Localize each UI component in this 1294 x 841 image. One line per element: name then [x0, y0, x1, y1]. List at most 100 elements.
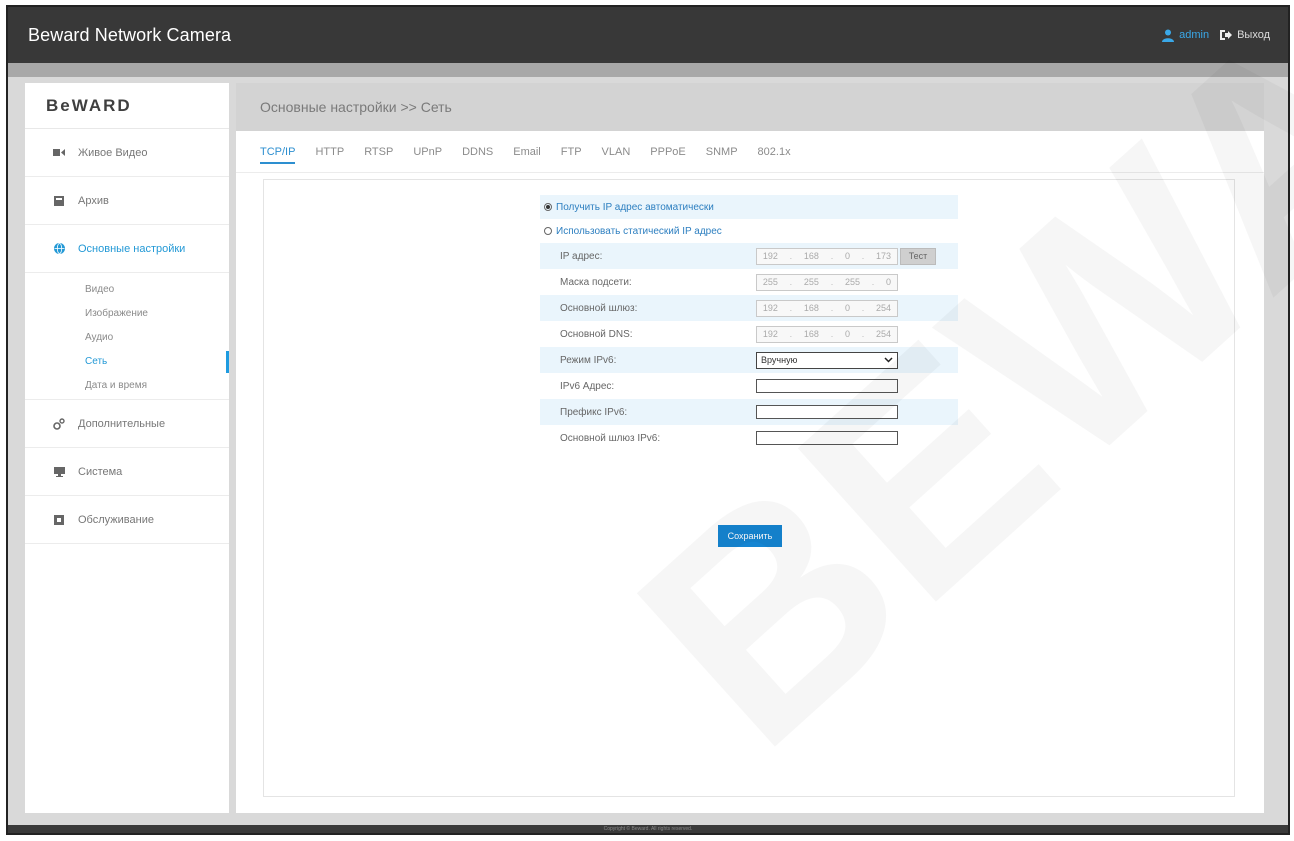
video-camera-icon [53, 147, 65, 159]
submenu-item-video[interactable]: Видео [25, 277, 229, 301]
top-right-controls: admin Выход [1162, 29, 1270, 42]
ip-address-row: IP адрес: 192. 168. 0. 173 Тест [540, 243, 958, 269]
submenu-item-network[interactable]: Сеть [25, 349, 229, 373]
tab-ftp[interactable]: FTP [561, 131, 582, 173]
monitor-icon [53, 466, 65, 478]
archive-icon [53, 195, 65, 207]
chevron-down-icon [884, 357, 893, 363]
sidebar-item-label: Обслуживание [78, 513, 154, 526]
ipv6-gateway-row: Основной шлюз IPv6: [540, 425, 958, 451]
select-value: Вручную [761, 355, 798, 365]
logout-button[interactable]: Выход [1219, 29, 1270, 41]
sidebar-item-label: Живое Видео [78, 146, 148, 159]
sidebar-item-system[interactable]: Система [25, 448, 229, 496]
tab-upnp[interactable]: UPnP [413, 131, 442, 173]
sidebar-item-archive[interactable]: Архив [25, 177, 229, 225]
tab-vlan[interactable]: VLAN [602, 131, 631, 173]
brand-logo: BeWARD [25, 83, 229, 129]
main-content: Основные настройки >> Сеть TCP/IP HTTP R… [236, 83, 1264, 813]
submenu-item-date-time[interactable]: Дата и время [25, 373, 229, 397]
radio-dhcp[interactable]: Получить IP адрес автоматически [540, 195, 958, 219]
top-bar: Beward Network Camera admin Выход [8, 7, 1288, 63]
field-label: Основной DNS: [560, 328, 633, 340]
ip-octet[interactable]: 0 [845, 303, 850, 313]
tcpip-form: Получить IP адрес автоматически Использо… [540, 195, 958, 547]
sidebar-item-live-video[interactable]: Живое Видео [25, 129, 229, 177]
sidebar-item-label: Система [78, 465, 123, 478]
tab-ddns[interactable]: DDNS [462, 131, 493, 173]
gateway-row: Основной шлюз: 192. 168. 0. 254 [540, 295, 958, 321]
ip-octet[interactable]: 0 [886, 277, 891, 287]
globe-icon [53, 243, 65, 255]
sidebar-item-maintenance[interactable]: Обслуживание [25, 496, 229, 544]
logout-icon [1220, 30, 1233, 40]
sidebar-item-advanced[interactable]: Дополнительные [25, 400, 229, 448]
field-label: Основной шлюз IPv6: [560, 432, 661, 444]
submenu-item-image[interactable]: Изображение [25, 301, 229, 325]
subnet-mask-row: Маска подсети: 255. 255. 255. 0 [540, 269, 958, 295]
settings-submenu: Видео Изображение Аудио Сеть Дата и врем… [25, 273, 229, 400]
tab-bar: TCP/IP HTTP RTSP UPnP DDNS Email FTP VLA… [236, 131, 1264, 173]
copyright-text: Copyright © Beward. All rights reserved. [603, 826, 693, 832]
username: admin [1179, 29, 1210, 41]
test-button[interactable]: Тест [900, 247, 936, 265]
header-divider [8, 63, 1288, 77]
ip-octet[interactable]: 255 [845, 277, 860, 287]
ip-octet[interactable]: 168 [804, 251, 819, 261]
dns-field[interactable]: 192. 168. 0. 254 [756, 325, 898, 343]
ip-octet[interactable]: 173 [876, 251, 891, 261]
ip-address-field[interactable]: 192. 168. 0. 173 [756, 247, 898, 265]
radio-static[interactable]: Использовать статический IP адрес [540, 219, 958, 243]
tab-tcpip[interactable]: TCP/IP [260, 131, 296, 173]
field-label: IP адрес: [560, 250, 603, 262]
cogs-icon [53, 417, 65, 430]
ipv6-prefix-input[interactable] [756, 405, 898, 419]
ipv6-prefix-row: Префикс IPv6: [540, 399, 958, 425]
tab-rtsp[interactable]: RTSP [364, 131, 393, 173]
footer: Copyright © Beward. All rights reserved. [8, 825, 1288, 833]
subnet-mask-field[interactable]: 255. 255. 255. 0 [756, 273, 898, 291]
ip-octet[interactable]: 192 [763, 251, 778, 261]
ipv6-address-row: IPv6 Адрес: [540, 373, 958, 399]
page-title: Основные настройки >> Сеть [236, 83, 1264, 131]
save-button[interactable]: Сохранить [718, 525, 782, 547]
radio-button-selected[interactable] [544, 203, 552, 211]
sidebar-item-label: Архив [78, 194, 109, 207]
radio-button[interactable] [544, 227, 552, 235]
ip-octet[interactable]: 254 [876, 303, 891, 313]
ip-octet[interactable]: 254 [876, 329, 891, 339]
user-icon [1162, 29, 1175, 42]
field-label: IPv6 Адрес: [560, 380, 615, 392]
user-menu[interactable]: admin [1162, 29, 1209, 42]
app-title: Beward Network Camera [28, 24, 232, 45]
field-label: Маска подсети: [560, 276, 632, 288]
sidebar-item-label: Дополнительные [78, 417, 166, 430]
tools-icon [53, 514, 65, 526]
tab-pppoe[interactable]: PPPoE [650, 131, 685, 173]
sidebar: BeWARD Живое Видео Архив Основные настро… [25, 83, 229, 813]
ipv6-mode-select[interactable]: Вручную [756, 351, 898, 369]
ip-octet[interactable]: 168 [804, 329, 819, 339]
ipv6-gateway-input[interactable] [756, 431, 898, 445]
field-label: Префикс IPv6: [560, 406, 628, 418]
tab-8021x[interactable]: 802.1x [758, 131, 791, 173]
radio-label: Использовать статический IP адрес [556, 225, 722, 237]
ip-octet[interactable]: 192 [763, 303, 778, 313]
settings-panel: Получить IP адрес автоматически Использо… [263, 179, 1235, 797]
ip-octet[interactable]: 192 [763, 329, 778, 339]
tab-snmp[interactable]: SNMP [706, 131, 738, 173]
submenu-item-audio[interactable]: Аудио [25, 325, 229, 349]
ipv6-address-input[interactable] [756, 379, 898, 393]
tab-email[interactable]: Email [513, 131, 541, 173]
sidebar-item-basic-settings[interactable]: Основные настройки [25, 225, 229, 273]
ipv6-mode-row: Режим IPv6: Вручную [540, 347, 958, 373]
ip-octet[interactable]: 255 [804, 277, 819, 287]
ip-octet[interactable]: 0 [845, 329, 850, 339]
ip-octet[interactable]: 168 [804, 303, 819, 313]
sidebar-item-label: Основные настройки [78, 242, 186, 255]
gateway-field[interactable]: 192. 168. 0. 254 [756, 299, 898, 317]
logout-label: Выход [1237, 29, 1270, 41]
ip-octet[interactable]: 255 [763, 277, 778, 287]
ip-octet[interactable]: 0 [845, 251, 850, 261]
tab-http[interactable]: HTTP [315, 131, 344, 173]
